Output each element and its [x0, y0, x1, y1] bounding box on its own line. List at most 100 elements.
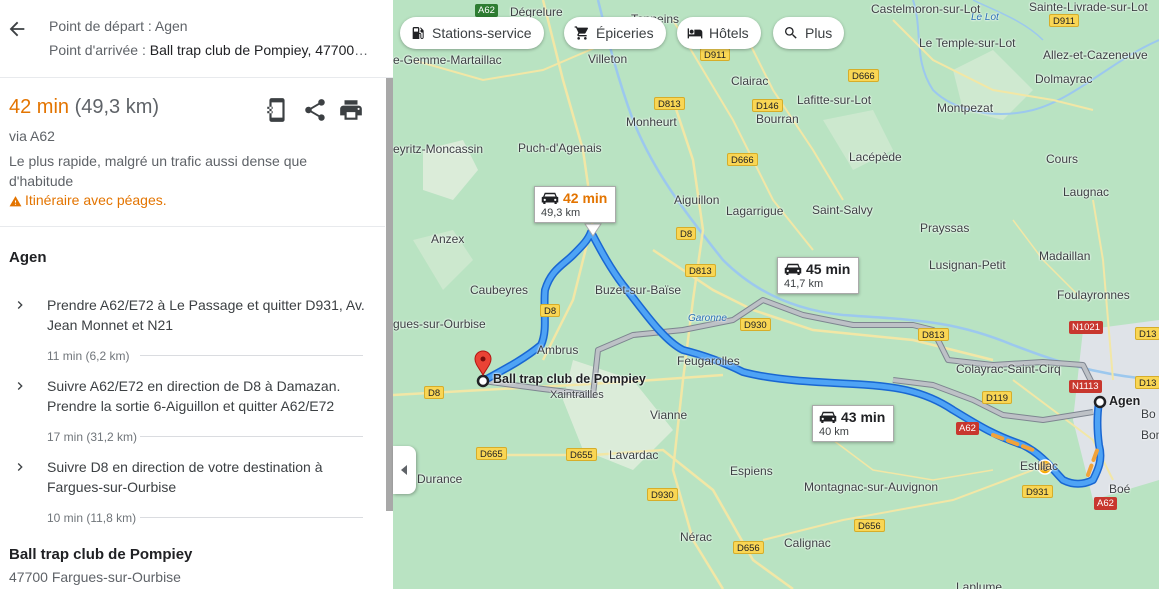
- place-label: Bo: [1141, 407, 1156, 421]
- panel-scrollbar[interactable]: [386, 78, 393, 511]
- place-label: Vianne: [650, 408, 688, 422]
- road-shield: N1113: [1069, 380, 1102, 393]
- place-label: Estillac: [1020, 459, 1059, 473]
- step-text: Prendre A62/E72 à Le Passage et quitter …: [47, 297, 365, 333]
- destination-address: 47700 Fargues-sur-Ourbise: [9, 569, 181, 585]
- send-to-phone-icon[interactable]: [264, 97, 290, 123]
- place-label: e-Gemme-Martaillac: [393, 53, 502, 67]
- end-value: Ball trap club de Pompiey, 47700 Fargues…: [149, 42, 369, 58]
- place-label: Madaillan: [1039, 249, 1091, 263]
- end-point[interactable]: Point d'arrivée : Ball trap club de Pomp…: [49, 42, 369, 58]
- scrollbar-thumb[interactable]: [386, 78, 393, 511]
- road-shield: A62: [475, 4, 498, 17]
- back-arrow-icon[interactable]: [6, 18, 28, 40]
- road-shield: D13: [1135, 376, 1159, 389]
- place-label: Caubeyres: [470, 283, 529, 297]
- chevron-right-icon[interactable]: [12, 378, 28, 394]
- route-time: 42 min: [9, 96, 70, 118]
- place-label: Villeton: [588, 52, 628, 66]
- route-actions: [264, 97, 364, 123]
- warning-icon: [9, 196, 22, 207]
- car-icon: [541, 192, 559, 204]
- step-meta: 11 min (6,2 km): [47, 349, 130, 363]
- place-label: Buzet-sur-Baïse: [595, 283, 682, 297]
- origin-pin-label[interactable]: Agen: [1109, 394, 1140, 408]
- place-label: Castelmoron-sur-Lot: [871, 2, 981, 16]
- road-shield: D930: [740, 318, 771, 331]
- destination-pin-label[interactable]: Ball trap club de Pompiey: [493, 372, 646, 386]
- place-label: Bourran: [756, 112, 799, 126]
- step-text: Suivre D8 en direction de votre destinat…: [47, 459, 323, 495]
- place-label: Colayrac-Saint-Cirq: [956, 362, 1061, 376]
- chip-hotels[interactable]: Hôtels: [677, 17, 761, 49]
- place-label: Feugarolles: [677, 354, 740, 368]
- chip-gas-stations[interactable]: Stations-service: [400, 17, 544, 49]
- divider: [0, 226, 385, 227]
- place-label: Puch-d'Agenais: [518, 141, 602, 155]
- place-label: Montagnac-sur-Auvignon: [804, 480, 939, 494]
- step-divider: [140, 355, 363, 356]
- place-label: Lagarrigue: [726, 204, 784, 218]
- place-label: Nérac: [680, 530, 713, 544]
- road-shield: D656: [733, 541, 764, 554]
- chevron-right-icon[interactable]: [12, 297, 28, 313]
- bed-icon: [687, 28, 703, 39]
- step-text: Suivre A62/E72 en direction de D8 à Dama…: [47, 378, 341, 414]
- place-label: Espiens: [730, 464, 773, 478]
- route-callout-time: 45 min: [806, 261, 851, 277]
- destination-name: Ball trap club de Pompiey: [9, 546, 193, 563]
- car-icon: [784, 263, 802, 275]
- origin-heading: Agen: [9, 249, 47, 266]
- route-callout-time: 43 min: [841, 409, 886, 425]
- collapse-panel-button[interactable]: [393, 446, 416, 494]
- chip-groceries[interactable]: Épiceries: [564, 17, 666, 49]
- chip-more[interactable]: Plus: [773, 17, 845, 49]
- route-callout-alt[interactable]: 43 min 40 km: [812, 405, 895, 442]
- place-label: Lafitte-sur-Lot: [797, 93, 872, 107]
- road-shield: D655: [566, 448, 597, 461]
- road-shield: D119: [982, 391, 1013, 404]
- place-label: Durance: [417, 472, 463, 486]
- toll-text: Itinéraire avec péages.: [25, 192, 167, 208]
- chip-label: Stations-service: [432, 25, 532, 41]
- place-label: Dolmayrac: [1035, 72, 1093, 86]
- place-label: Lusignan-Petit: [929, 258, 1006, 272]
- route-callout-distance: 41,7 km: [784, 278, 824, 290]
- route-header: Point de départ : Agen Point d'arrivée :…: [0, 0, 393, 78]
- car-icon: [819, 411, 837, 423]
- road-shield: D931: [1022, 485, 1053, 498]
- place-label: Foulayronnes: [1057, 288, 1130, 302]
- route-callout-alt[interactable]: 45 min 41,7 km: [777, 257, 860, 294]
- place-label: Xaintrailles: [550, 389, 604, 401]
- place-label: Le Temple-sur-Lot: [919, 36, 1016, 50]
- place-label: Lacépède: [849, 150, 902, 164]
- place-label: Aiguillon: [674, 193, 720, 207]
- place-label: Sainte-Livrade-sur-Lot: [1029, 0, 1148, 14]
- start-point[interactable]: Point de départ : Agen: [49, 18, 188, 34]
- place-label: Monheurt: [626, 115, 677, 129]
- road-shield: D813: [685, 264, 716, 277]
- map-canvas[interactable]: € A62 D911 D911 D666 D666 D813 D813 D813…: [393, 0, 1159, 589]
- road-shield: N1021: [1069, 321, 1103, 334]
- place-label: Anzex: [431, 232, 465, 246]
- place-label: Montpezat: [937, 101, 994, 115]
- route-via: via A62: [9, 128, 55, 144]
- road-shield: D911: [1049, 14, 1080, 27]
- road-shield: A62: [956, 422, 979, 435]
- step-meta: 10 min (11,8 km): [47, 511, 137, 525]
- place-label: Laplume: [956, 580, 1003, 589]
- place-label: Boé: [1109, 482, 1131, 496]
- step-meta: 17 min (31,2 km): [47, 430, 138, 444]
- print-icon[interactable]: [338, 97, 364, 123]
- place-label: Ambrus: [537, 343, 579, 357]
- chevron-right-icon[interactable]: [12, 459, 28, 475]
- route-callout-distance: 40 km: [819, 426, 849, 438]
- route-callout-selected[interactable]: 42 min 49,3 km: [534, 186, 617, 223]
- road-shield: D8: [540, 304, 561, 317]
- route-summary: 42 min (49,3 km): [9, 96, 159, 119]
- share-icon[interactable]: [302, 97, 328, 123]
- route-distance: (49,3 km): [74, 96, 160, 118]
- place-label: Lavardac: [609, 448, 659, 462]
- place-label: Laugnac: [1063, 185, 1110, 199]
- road-shield: D911: [700, 48, 731, 61]
